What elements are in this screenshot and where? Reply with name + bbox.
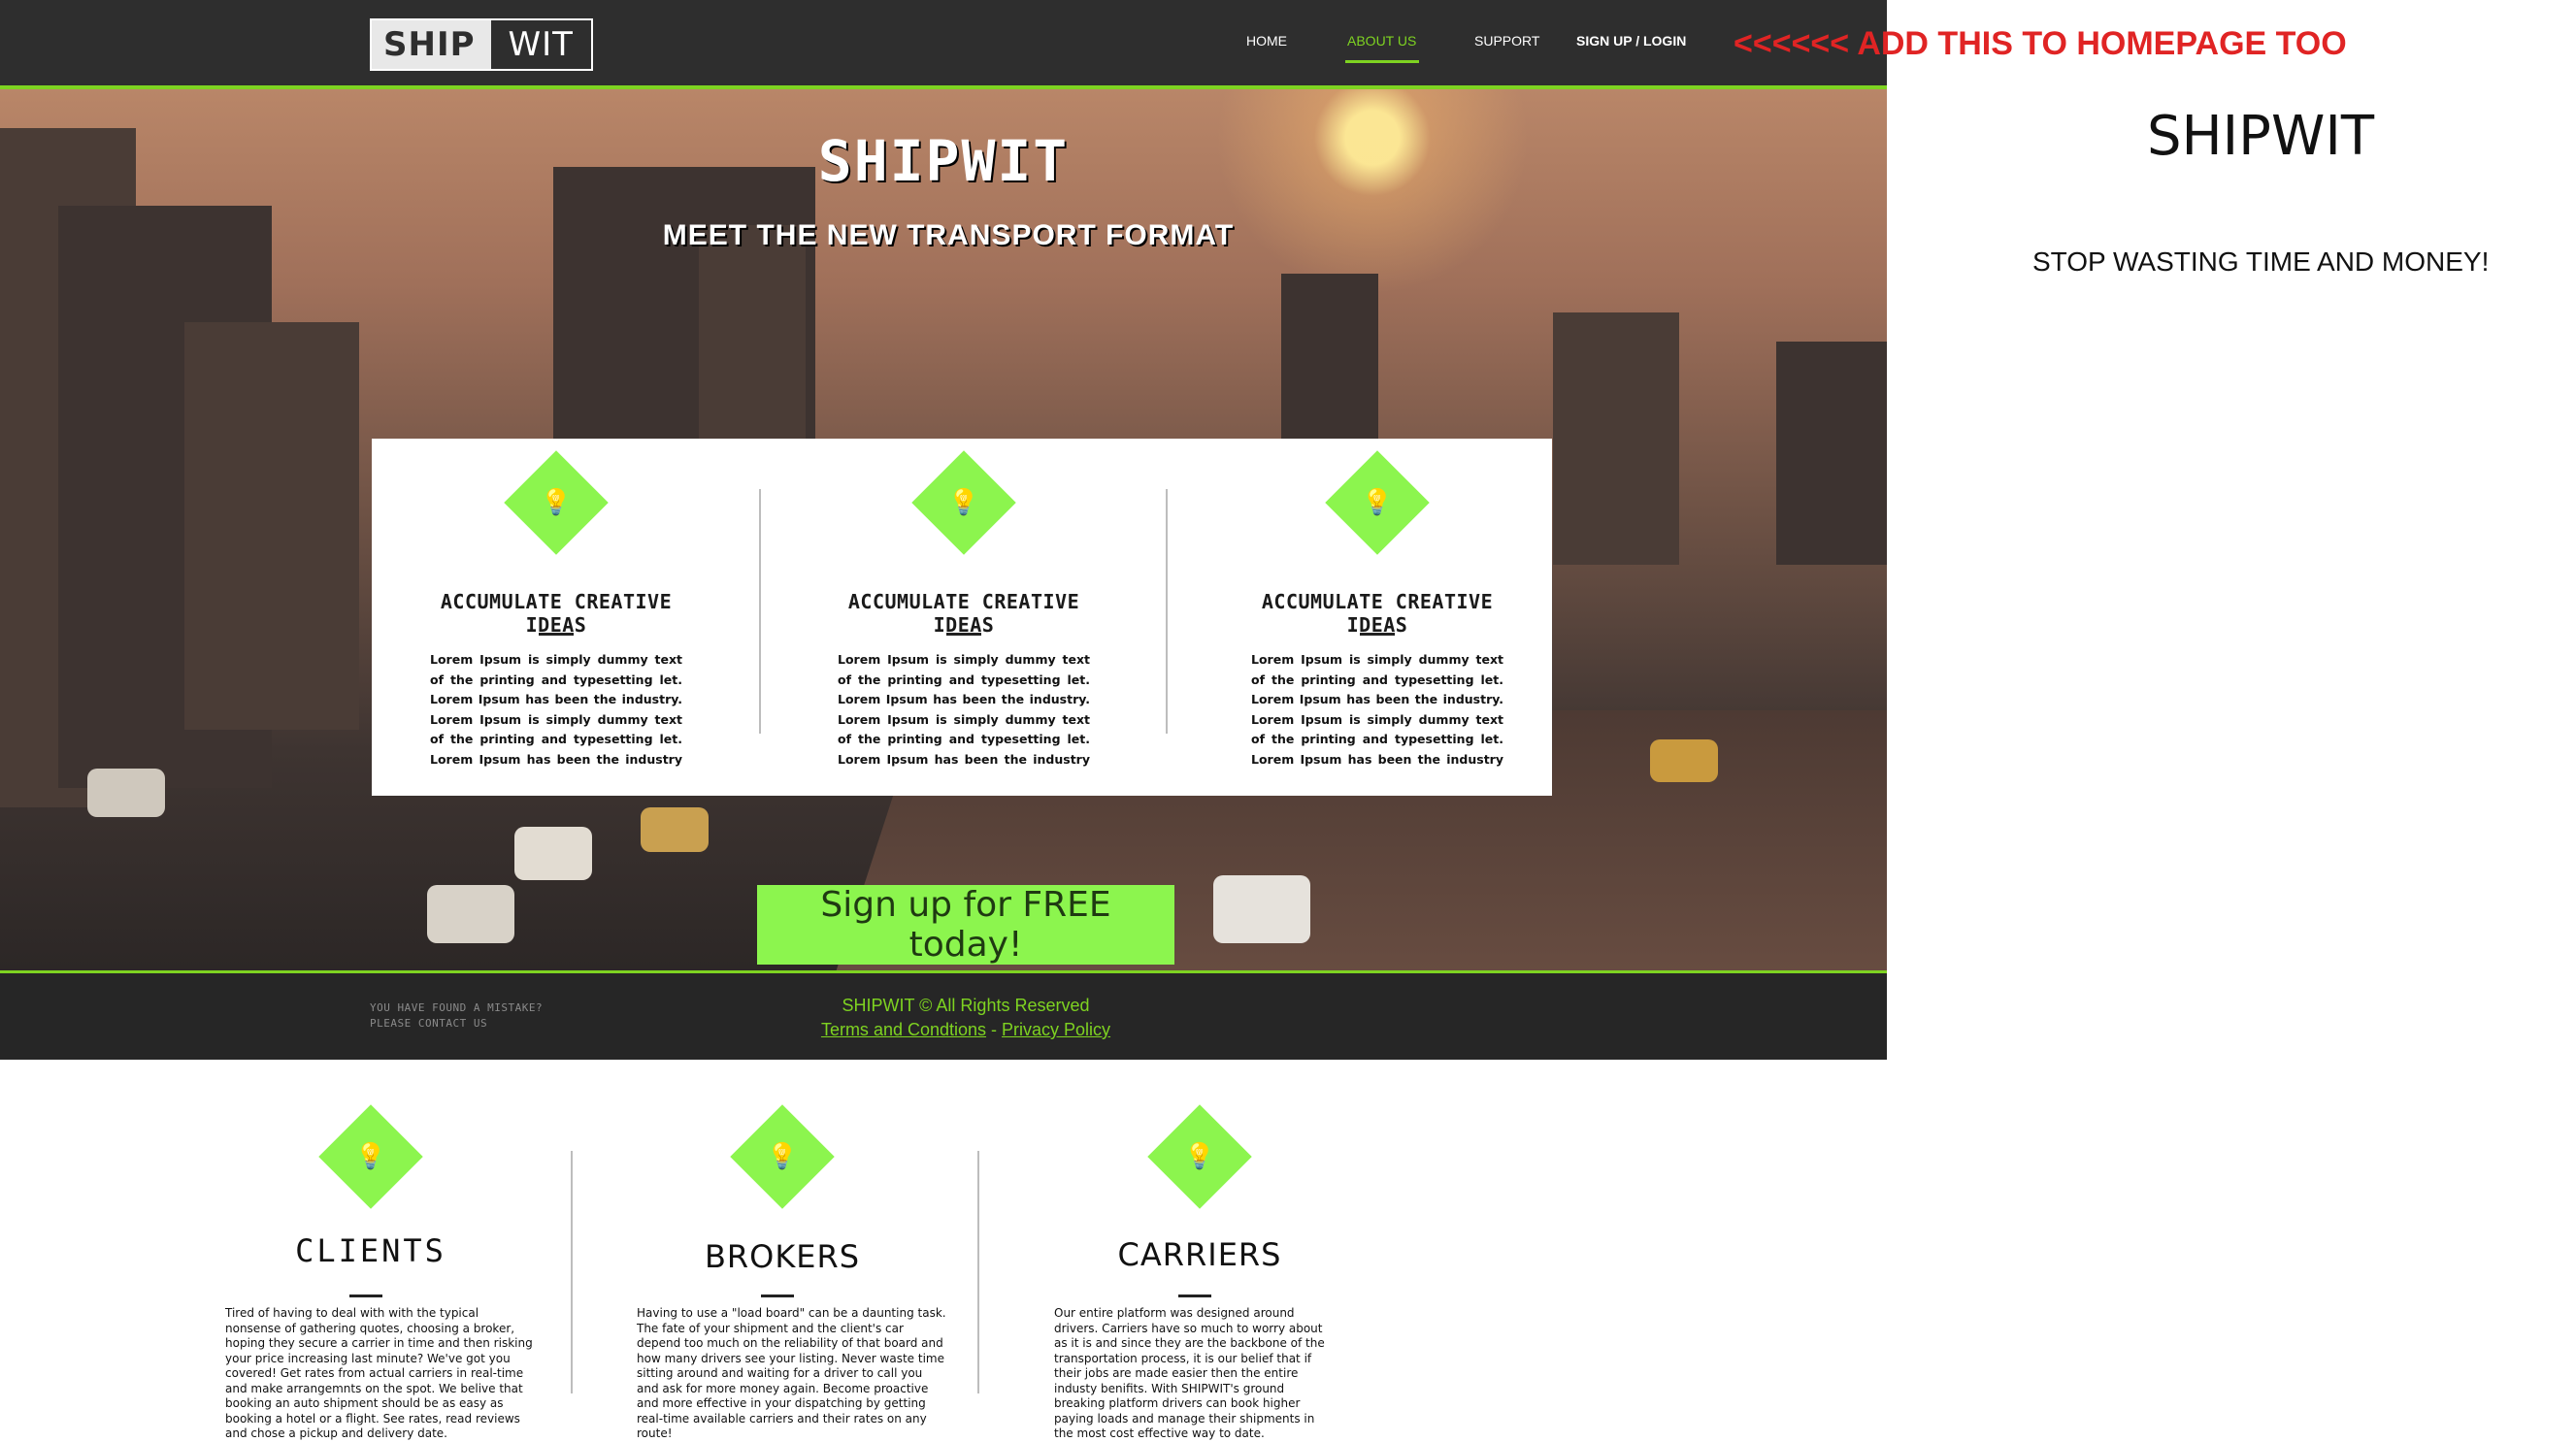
top-navbar: SHIP WIT HOME ABOUT US SUPPORT SIGN UP /… [0,0,1887,89]
audience-divider-line [977,1151,979,1393]
audience-title: BROKERS [704,1238,861,1275]
hero-section: SHIPWIT MEET THE NEW TRANSPORT FORMAT 💡 … [0,89,1887,970]
lightbulb-icon: 💡 [540,488,573,517]
feature-text: Lorem Ipsum is simply dummy text of the … [838,652,1090,767]
audience-title: CLIENTS [295,1232,446,1269]
hero-title: SHIPWIT [817,128,1070,194]
audience-section: 💡 CLIENTS Tired of having to deal with w… [0,1060,2576,1440]
background-car [1213,875,1310,943]
lightbulb-icon: 💡 [1183,1142,1216,1171]
feature-column: 💡 ACCUMULATE CREATIVE IDEAS Lorem Ipsum … [838,439,1090,796]
nav-home[interactable]: HOME [1246,33,1287,49]
side-subtitle: STOP WASTING TIME AND MONEY! [2032,246,2490,277]
background-car [427,885,514,943]
shipwit-logo[interactable]: SHIP WIT [370,18,593,71]
feature-divider [1360,633,1395,636]
audience-title: CARRIERS [1117,1236,1282,1273]
features-card: 💡 ACCUMULATE CREATIVE IDEAS Lorem Ipsum … [372,439,1552,796]
feature-text: Lorem Ipsum is simply dummy text of the … [430,652,682,767]
website-mockup: SHIP WIT HOME ABOUT US SUPPORT SIGN UP /… [0,0,1887,1060]
lightbulb-icon: 💡 [766,1142,799,1171]
audience-divider [761,1295,794,1297]
lightbulb-icon: 💡 [1361,488,1394,517]
audience-column-brokers: 💡 BROKERS Having to use a "load board" c… [637,1060,947,1440]
background-car [87,769,165,817]
logo-ship: SHIP [372,20,487,69]
column-divider [1166,489,1168,734]
audience-divider-line [571,1151,573,1393]
privacy-link[interactable]: Privacy Policy [1002,1020,1110,1039]
feature-title: ACCUMULATE CREATIVE IDEAS [847,590,1080,637]
background-building [1553,312,1679,565]
background-car [641,807,709,852]
audience-divider [349,1295,382,1297]
copyright-text: SHIPWIT © All Rights Reserved [842,996,1090,1015]
audience-column-clients: 💡 CLIENTS Tired of having to deal with w… [225,1060,536,1440]
nav-about-us[interactable]: ABOUT US [1347,33,1416,49]
side-title: SHIPWIT [2147,105,2375,168]
background-car [1650,739,1718,782]
feature-text: Lorem Ipsum is simply dummy text of the … [1251,652,1503,767]
feature-column: 💡 ACCUMULATE CREATIVE IDEAS Lorem Ipsum … [430,439,682,796]
terms-link[interactable]: Terms and Condtions [821,1020,986,1039]
feature-column: 💡 ACCUMULATE CREATIVE IDEAS Lorem Ipsum … [1251,439,1503,796]
audience-text: Tired of having to deal with with the ty… [225,1306,533,1440]
hero-subtitle: MEET THE NEW TRANSPORT FORMAT [662,219,1235,251]
nav-active-underline [1345,60,1419,63]
feature-title: ACCUMULATE CREATIVE IDEAS [440,590,673,637]
background-building [1776,342,1887,565]
legal-separator: - [986,1020,1003,1039]
audience-text: Having to use a "load board" can be a da… [637,1306,946,1440]
sign-up-free-button[interactable]: Sign up for FREE today! [757,885,1174,965]
legal-links: Terms and Condtions - Privacy Policy [0,1020,1932,1040]
annotation-note: <<<<<< ADD THIS TO HOMEPAGE TOO [1734,25,2347,62]
feature-divider [946,633,981,636]
background-car [514,827,592,880]
nav-sign-up-login[interactable]: SIGN UP / LOGIN [1576,33,1686,49]
audience-divider [1178,1295,1211,1297]
audience-text: Our entire platform was designed around … [1054,1306,1325,1440]
background-building [184,322,359,730]
lightbulb-icon: 💡 [354,1142,387,1171]
lightbulb-icon: 💡 [947,488,980,517]
feature-divider [539,633,574,636]
column-divider [759,489,761,734]
audience-column-carriers: 💡 CARRIERS Our entire platform was desig… [1054,1060,1365,1440]
nav-support[interactable]: SUPPORT [1474,33,1539,49]
feature-title: ACCUMULATE CREATIVE IDEAS [1261,590,1494,637]
logo-wit: WIT [486,20,591,69]
site-footer: YOU HAVE FOUND A MISTAKE? PLEASE CONTACT… [0,970,1887,1060]
